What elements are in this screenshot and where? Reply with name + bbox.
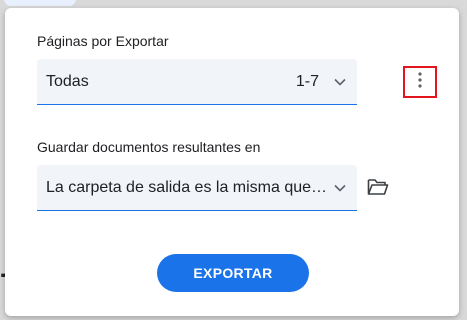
pages-select-value: Todas [46, 72, 89, 90]
background-tab-pill [4, 0, 76, 6]
save-location-label: Guardar documentos resultantes en [37, 139, 261, 155]
pages-select[interactable]: Todas 1-7 [37, 59, 357, 105]
export-dialog: Páginas por Exportar Todas 1-7 Guardar d… [5, 8, 459, 316]
more-options-button[interactable] [403, 66, 437, 98]
export-button[interactable]: EXPORTAR [157, 254, 309, 292]
save-location-select[interactable]: La carpeta de salida es la misma que la … [37, 165, 357, 211]
more-vert-icon [418, 71, 422, 93]
pages-select-range: 1-7 [295, 72, 319, 90]
folder-open-icon [367, 178, 389, 201]
chevron-down-icon [329, 78, 351, 86]
save-location-select-value: La carpeta de salida es la misma que la … [46, 178, 329, 196]
browse-folder-button[interactable] [366, 178, 390, 200]
chevron-down-icon [329, 184, 351, 192]
pages-label: Páginas por Exportar [37, 33, 169, 49]
